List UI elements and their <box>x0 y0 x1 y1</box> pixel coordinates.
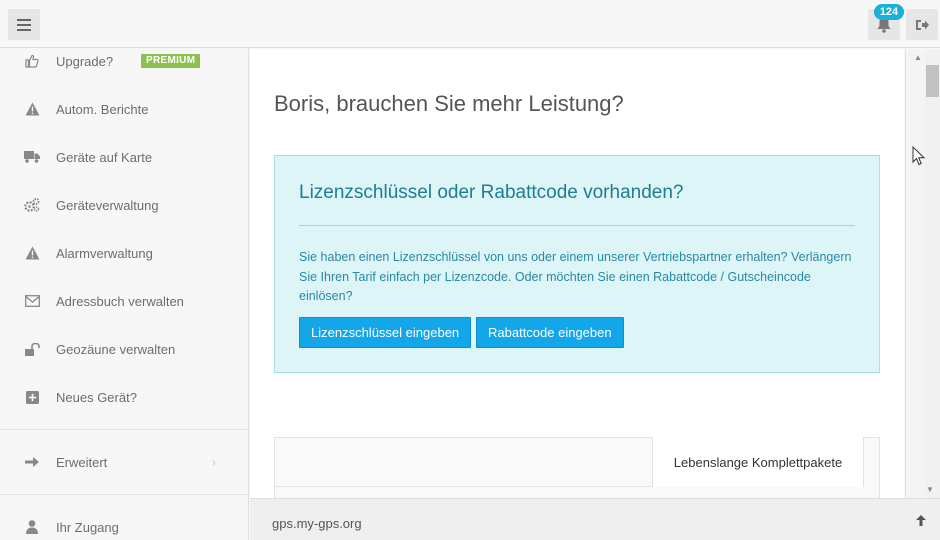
premium-badge: PREMIUM <box>141 54 201 68</box>
truck-icon <box>24 149 40 165</box>
info-box-title: Lizenzschlüssel oder Rabattcode vorhande… <box>299 182 684 203</box>
mouse-cursor-icon <box>912 146 926 166</box>
sidebar-item-device-management[interactable]: Geräteverwaltung <box>0 181 248 229</box>
sidebar-item-label: Erweitert <box>56 454 108 470</box>
notification-badge[interactable]: 124 <box>874 4 904 20</box>
sidebar-item-alarms[interactable]: Alarmverwaltung <box>0 229 248 277</box>
sidebar-item-label: Geozäune verwalten <box>56 341 176 357</box>
sidebar-item-addressbook[interactable]: Adressbuch verwalten <box>0 277 248 325</box>
info-box-divider <box>299 225 855 226</box>
sidebar-item-reports[interactable]: Autom. Berichte <box>0 85 248 133</box>
page-title: Boris, brauchen Sie mehr Leistung? <box>274 91 624 116</box>
tab-lifetime-packages[interactable]: Lebenslange Komplettpakete <box>652 437 864 487</box>
scroll-down-arrow-icon[interactable]: ▼ <box>926 485 934 494</box>
license-info-box: Lizenzschlüssel oder Rabattcode vorhande… <box>274 155 880 373</box>
warning-icon <box>24 245 40 261</box>
sign-out-icon <box>915 19 929 30</box>
gears-icon <box>24 197 40 213</box>
top-bar: 124 <box>0 0 940 48</box>
scrollbar-thumb[interactable] <box>926 65 939 97</box>
enter-license-key-button[interactable]: Lizenzschlüssel eingeben <box>299 317 472 348</box>
main-content: Boris, brauchen Sie mehr Leistung? Lizen… <box>250 49 904 498</box>
unlock-icon <box>24 341 40 357</box>
sidebar-item-label: Geräte auf Karte <box>56 149 153 165</box>
tabs-divider <box>275 486 652 487</box>
logout-button[interactable] <box>906 9 938 40</box>
menu-toggle-button[interactable] <box>8 9 40 40</box>
sidebar-item-label: Ihr Zugang <box>56 519 119 535</box>
sidebar-item-label: Adressbuch verwalten <box>56 293 184 309</box>
warning-icon <box>24 101 40 117</box>
sidebar-divider <box>0 429 248 430</box>
enter-discount-code-button[interactable]: Rabattcode eingeben <box>476 317 624 348</box>
info-box-text: Sie haben einen Lizenzschlüssel von uns … <box>299 250 852 303</box>
thumbs-up-icon <box>24 53 40 69</box>
envelope-icon <box>24 293 40 309</box>
plus-square-icon <box>24 389 40 405</box>
scroll-up-arrow-icon[interactable]: ▲ <box>914 53 922 62</box>
sidebar-item-new-device[interactable]: Neues Gerät? <box>0 373 248 421</box>
footer-domain: gps.my-gps.org <box>272 516 362 531</box>
sidebar: Upgrade? PREMIUM Autom. Berichte Geräte … <box>0 48 249 540</box>
sidebar-divider <box>0 494 248 495</box>
sidebar-item-label: Upgrade? <box>56 53 114 69</box>
package-tabs: Lebenslange Komplettpakete <box>274 437 880 498</box>
scrollbar-track[interactable] <box>925 49 940 498</box>
sidebar-item-label: Neues Gerät? <box>56 389 137 405</box>
hamburger-icon <box>17 18 31 31</box>
sidebar-item-upgrade[interactable]: Upgrade? PREMIUM <box>0 48 248 85</box>
scroll-to-top-icon[interactable] <box>916 515 926 529</box>
sidebar-item-advanced[interactable]: Erweitert › <box>0 438 248 486</box>
sidebar-item-geofences[interactable]: Geozäune verwalten <box>0 325 248 373</box>
sidebar-item-label: Geräteverwaltung <box>56 197 159 213</box>
chevron-right-icon: › <box>212 455 216 469</box>
user-icon <box>24 519 40 535</box>
arrow-right-icon <box>24 454 40 470</box>
footer: gps.my-gps.org <box>250 498 940 540</box>
sidebar-item-map[interactable]: Geräte auf Karte <box>0 133 248 181</box>
sidebar-item-account[interactable]: Ihr Zugang <box>0 503 248 540</box>
sidebar-item-label: Alarmverwaltung <box>56 245 153 261</box>
sidebar-item-label: Autom. Berichte <box>56 101 149 117</box>
main-scrollbar[interactable]: ▲ ▼ <box>905 49 940 498</box>
